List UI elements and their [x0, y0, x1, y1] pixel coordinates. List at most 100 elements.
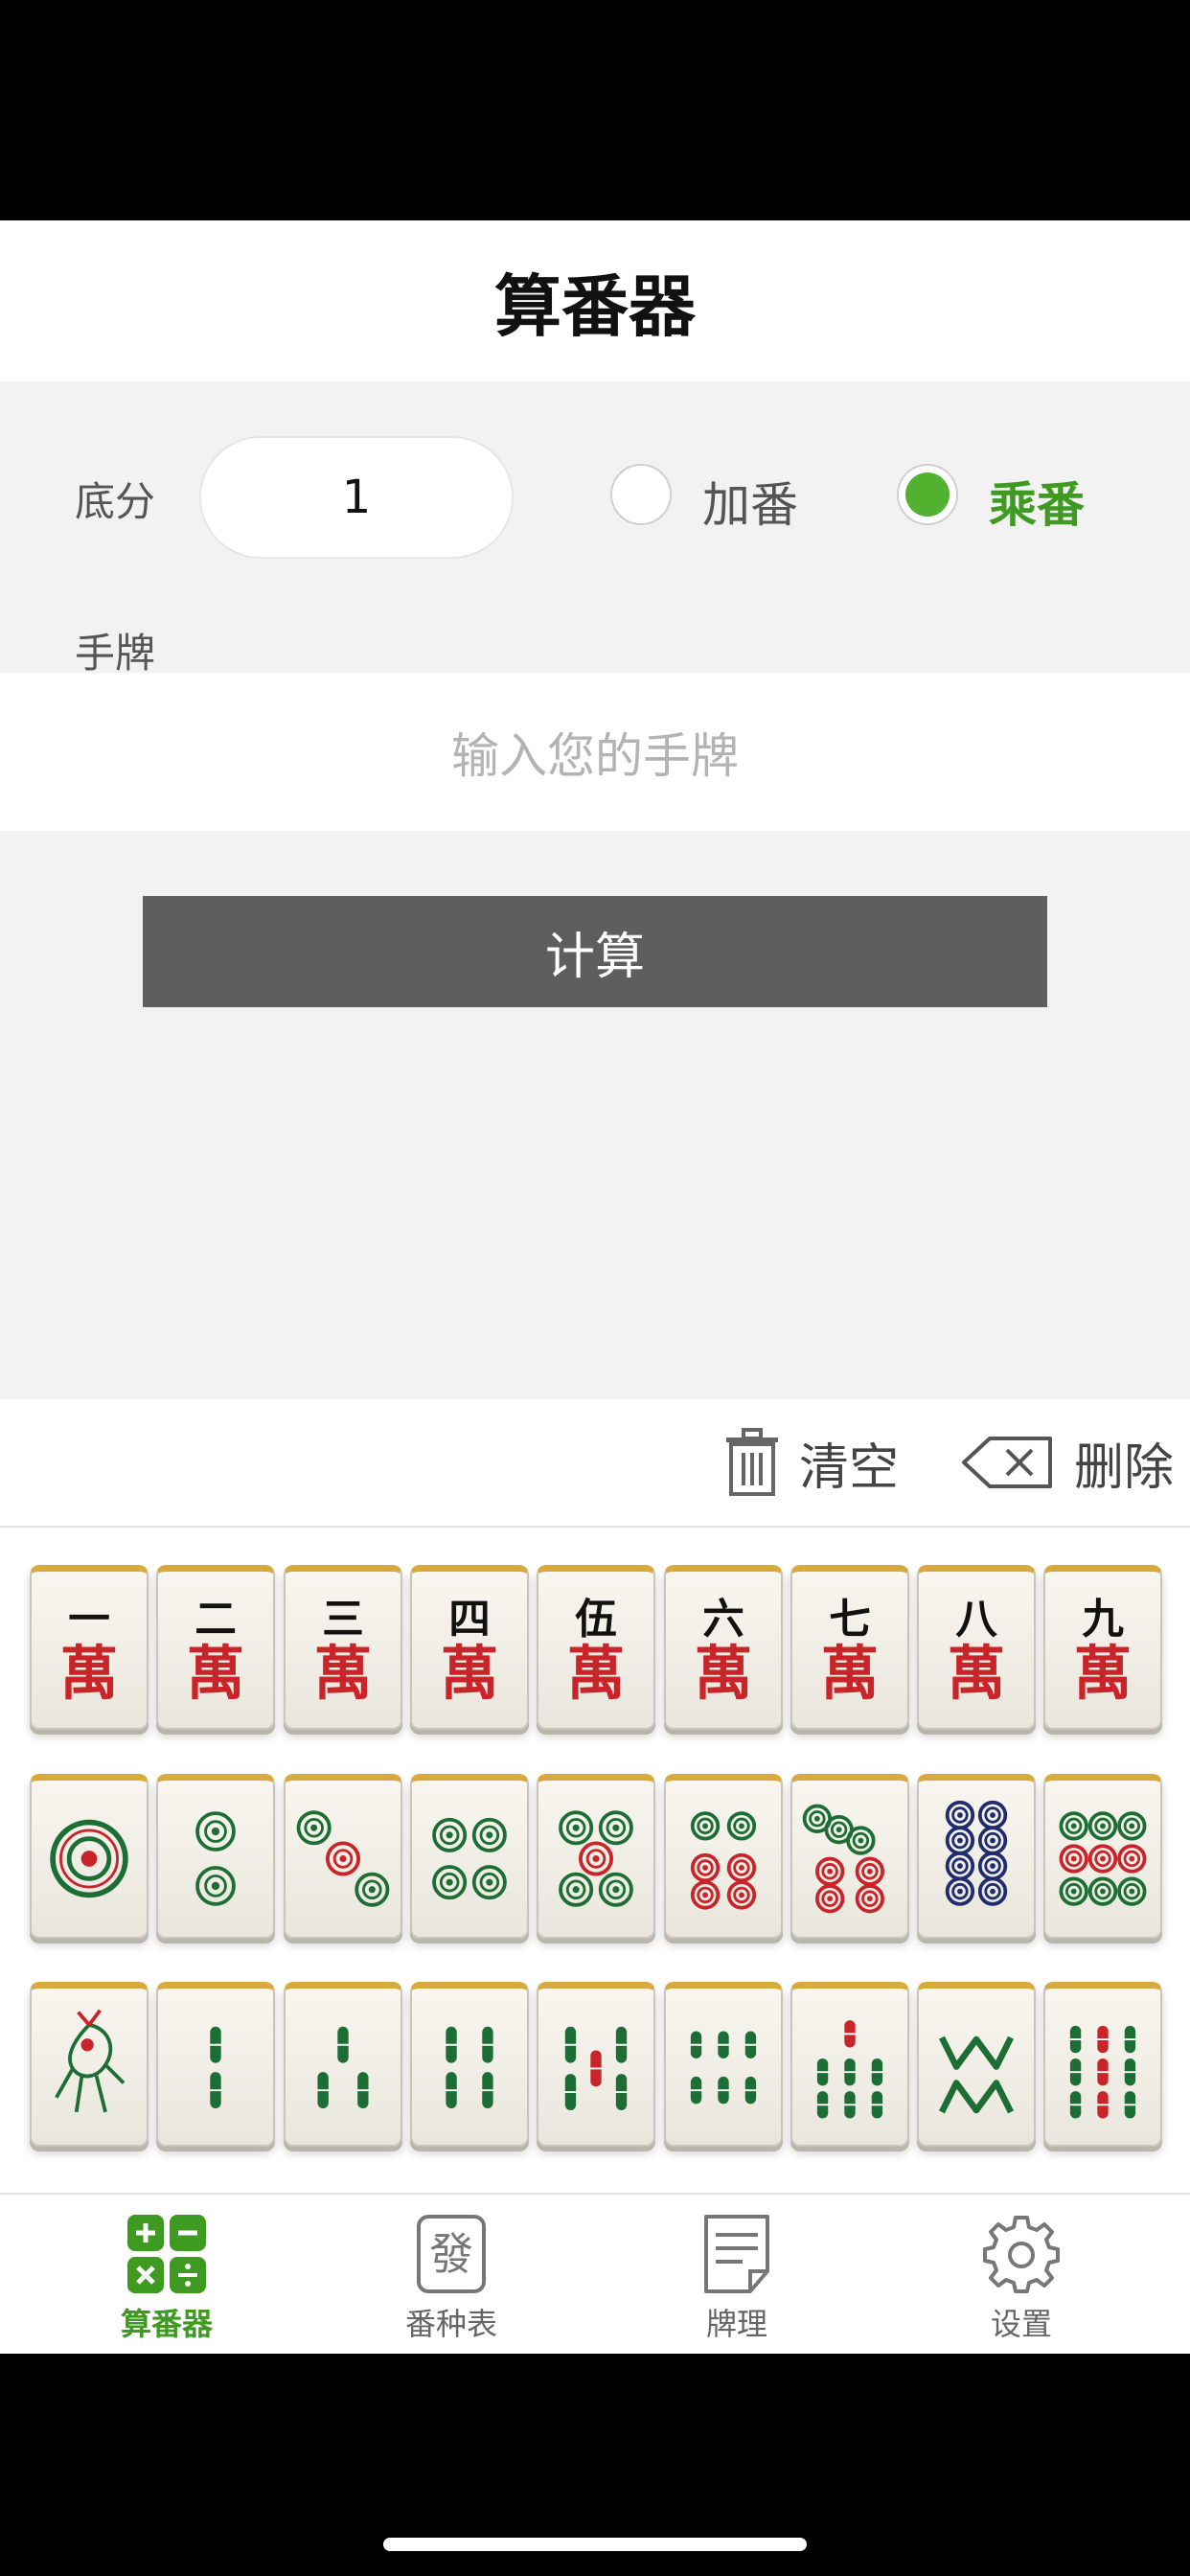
calculate-button[interactable]: 计算	[143, 896, 1047, 1007]
document-icon	[704, 2215, 769, 2293]
tile-characters-3[interactable]: 三萬	[283, 1565, 402, 1730]
characters-8-face: 八萬	[948, 1596, 1006, 1708]
svg-text:二: 二	[195, 1596, 238, 1644]
backspace-icon	[962, 1437, 1052, 1488]
tile-bamboo-5[interactable]	[537, 1982, 656, 2147]
bamboo-9-face	[1069, 2025, 1137, 2119]
gear-icon	[983, 2216, 1060, 2293]
tile-dots-9[interactable]	[1043, 1774, 1163, 1939]
hand-input[interactable]: 输入您的手牌	[0, 673, 1190, 831]
tile-dots-5[interactable]	[537, 1774, 656, 1939]
tile-dots-1[interactable]	[30, 1774, 149, 1939]
svg-text:萬: 萬	[1074, 1641, 1133, 1708]
mode-add-label[interactable]: 加番	[702, 467, 798, 536]
dots-6-face	[690, 1811, 756, 1910]
characters-3-face: 三萬	[313, 1596, 372, 1708]
characters-1-face: 一萬	[60, 1596, 119, 1708]
dots-7-face	[802, 1804, 884, 1914]
svg-text:八: 八	[955, 1596, 997, 1644]
tile-bamboo-7[interactable]	[790, 1982, 909, 2147]
tab-analysis[interactable]: 牌理	[641, 2214, 833, 2344]
tile-characters-4[interactable]: 四萬	[409, 1565, 529, 1730]
tab-label: 牌理	[705, 2306, 767, 2342]
mode-multiply-radio[interactable]	[897, 464, 958, 525]
tile-dots-6[interactable]	[663, 1774, 783, 1939]
status-bar	[0, 0, 1190, 220]
svg-text:七: 七	[829, 1596, 871, 1644]
svg-text:萬: 萬	[820, 1641, 879, 1708]
svg-text:萬: 萬	[948, 1641, 1006, 1708]
tab-calculator[interactable]: 算番器	[71, 2214, 263, 2344]
tile-bamboo-3[interactable]	[283, 1982, 402, 2147]
svg-text:三: 三	[322, 1596, 364, 1644]
svg-text:一: 一	[68, 1596, 110, 1644]
svg-text:發: 發	[429, 2228, 473, 2280]
tab-label: 算番器	[120, 2306, 213, 2342]
dots-4-face	[432, 1817, 507, 1900]
dots-2-face	[195, 1811, 237, 1906]
characters-4-face: 四萬	[441, 1596, 499, 1708]
home-indicator	[383, 2538, 807, 2551]
dots-5-face	[559, 1810, 634, 1907]
tile-bamboo-1[interactable]	[30, 1982, 149, 2147]
mode-multiply-label[interactable]: 乘番	[989, 467, 1085, 536]
characters-7-face: 七萬	[820, 1596, 879, 1708]
tab-fan-list[interactable]: 發 番种表	[355, 2214, 547, 2344]
clear-label: 清空	[799, 1438, 900, 1497]
base-score-input[interactable]: 1	[199, 436, 514, 559]
bamboo-7-face	[815, 2020, 883, 2119]
tile-characters-6[interactable]: 六萬	[663, 1565, 783, 1730]
tile-dots-4[interactable]	[409, 1774, 529, 1939]
characters-5-face: 伍萬	[567, 1596, 626, 1708]
tile-characters-5[interactable]: 伍萬	[537, 1565, 656, 1730]
svg-text:六: 六	[702, 1596, 744, 1644]
tile-bamboo-6[interactable]	[663, 1982, 783, 2147]
characters-2-face: 二萬	[187, 1596, 245, 1708]
bamboo-1-face	[55, 2009, 126, 2113]
svg-text:萬: 萬	[60, 1641, 119, 1708]
svg-text:萬: 萬	[567, 1641, 626, 1708]
tile-bamboo-4[interactable]	[409, 1982, 529, 2147]
bamboo-3-face	[316, 2026, 370, 2109]
delete-button[interactable]: 删除	[961, 1428, 1174, 1497]
tile-characters-2[interactable]: 二萬	[156, 1565, 276, 1730]
tile-bamboo-2[interactable]	[156, 1982, 276, 2147]
hand-label: 手牌	[75, 630, 156, 677]
dots-1-face	[50, 1819, 128, 1898]
clear-button[interactable]: 清空	[722, 1428, 899, 1497]
dots-9-face	[1059, 1811, 1147, 1906]
svg-text:四: 四	[448, 1596, 491, 1644]
fa-tile-icon: 發	[417, 2215, 486, 2293]
tile-dots-3[interactable]	[283, 1774, 402, 1939]
tile-dots-7[interactable]	[790, 1774, 909, 1939]
characters-6-face: 六萬	[694, 1596, 752, 1708]
characters-9-face: 九萬	[1074, 1596, 1133, 1708]
svg-text:萬: 萬	[694, 1641, 752, 1708]
tile-characters-9[interactable]: 九萬	[1043, 1565, 1163, 1730]
base-score-label: 底分	[75, 478, 156, 525]
dots-3-face	[296, 1810, 389, 1907]
tile-characters-1[interactable]: 一萬	[30, 1565, 149, 1730]
mode-add-radio[interactable]	[610, 464, 672, 525]
svg-text:萬: 萬	[313, 1641, 372, 1708]
tab-settings[interactable]: 设置	[926, 2214, 1117, 2344]
bamboo-8-face	[939, 2036, 1015, 2114]
page-title: 算番器	[494, 266, 696, 346]
bamboo-4-face	[445, 2026, 494, 2109]
tile-dots-8[interactable]	[917, 1774, 1037, 1939]
svg-text:萬: 萬	[187, 1641, 245, 1708]
tile-bamboo-9[interactable]	[1043, 1982, 1163, 2147]
trash-icon	[726, 1428, 778, 1496]
tab-label: 设置	[990, 2306, 1052, 2342]
svg-text:九: 九	[1083, 1596, 1125, 1644]
tab-label: 番种表	[404, 2306, 497, 2342]
bamboo-6-face	[689, 2031, 757, 2104]
bamboo-2-face	[209, 2026, 222, 2109]
svg-text:萬: 萬	[441, 1641, 499, 1708]
tile-bamboo-8[interactable]	[917, 1982, 1037, 2147]
tile-dots-2[interactable]	[156, 1774, 276, 1939]
tile-characters-7[interactable]: 七萬	[790, 1565, 909, 1730]
tile-characters-8[interactable]: 八萬	[917, 1565, 1037, 1730]
calculator-icon	[127, 2215, 206, 2293]
delete-label: 删除	[1074, 1438, 1175, 1497]
